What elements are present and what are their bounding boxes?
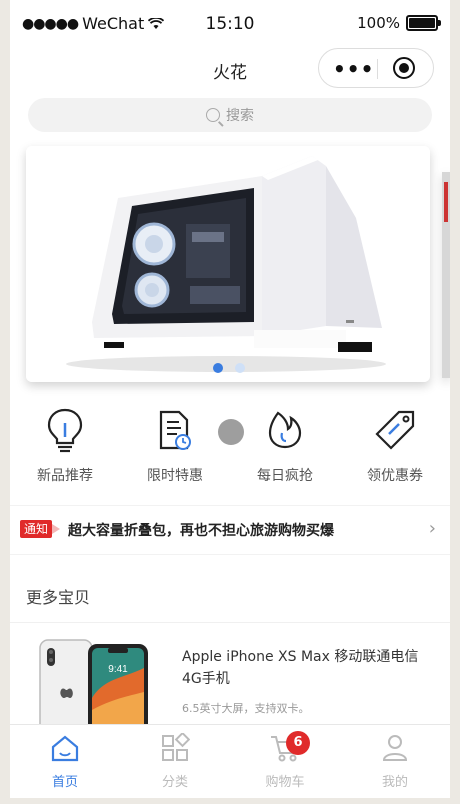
battery-info: 100% — [357, 14, 441, 32]
miniapp-capsule: ••• — [318, 48, 434, 88]
chevron-right-icon: › — [428, 518, 436, 539]
notice-badge: 通知 — [20, 520, 61, 538]
close-target-icon[interactable] — [393, 57, 415, 79]
flame-icon — [268, 411, 302, 449]
lightbulb-icon — [47, 408, 83, 453]
banner-indicator-active[interactable] — [213, 363, 223, 373]
pc-case-image — [26, 146, 430, 382]
capsule-divider — [377, 59, 378, 79]
tab-cart[interactable]: 购物车 — [230, 733, 340, 790]
banner-indicator[interactable] — [235, 363, 245, 373]
search-icon — [206, 108, 220, 122]
quick-link-label: 领优惠券 — [367, 468, 423, 484]
banner-slide[interactable] — [26, 146, 430, 382]
product-item[interactable]: 9:41 Apple iPhone XS Max 移动联通电信4G手机 6.5英… — [10, 624, 450, 734]
more-icon[interactable]: ••• — [333, 57, 374, 81]
quick-link-label: 每日疯抢 — [257, 468, 313, 484]
quick-link-flash[interactable]: 每日疯抢 — [230, 405, 340, 485]
quick-link-new[interactable]: 新品推荐 — [10, 405, 120, 485]
search-bar[interactable]: 搜索 — [28, 98, 432, 132]
tab-label: 购物车 — [265, 775, 305, 790]
quick-link-label: 新品推荐 — [37, 468, 93, 484]
svg-text:9:41: 9:41 — [108, 664, 128, 675]
quick-link-coupon[interactable]: 领优惠券 — [340, 405, 450, 485]
user-icon — [382, 735, 408, 761]
tab-bar: 首页 分类 购物车 6 我的 — [10, 724, 450, 798]
nav-bar: 火花 ••• — [10, 48, 450, 92]
document-clock-icon — [159, 410, 191, 450]
tab-label: 我的 — [381, 775, 408, 790]
search-placeholder: 搜索 — [226, 108, 254, 124]
tab-category[interactable]: 分类 — [120, 731, 230, 790]
iphone-image: 9:41 — [39, 639, 148, 734]
section-header: 更多宝贝 — [10, 564, 450, 623]
app-screen: ●●●●● WeChat 15:10 100% 火花 ••• 搜索 新品推荐 限… — [10, 0, 450, 798]
tab-home[interactable]: 首页 — [10, 733, 120, 790]
battery-icon — [406, 15, 441, 31]
tab-label: 分类 — [161, 775, 188, 790]
section-title: 更多宝贝 — [26, 588, 91, 607]
home-icon — [51, 735, 79, 762]
battery-percent: 100% — [357, 14, 400, 32]
category-grid-icon — [162, 731, 191, 761]
banner-next-slide-peek — [442, 172, 450, 378]
status-bar: ●●●●● WeChat 15:10 100% — [10, 0, 450, 46]
quick-link-sale[interactable]: 限时特惠 — [120, 405, 230, 485]
quick-link-label: 限时特惠 — [147, 468, 203, 484]
cart-count-badge: 6 — [286, 731, 310, 755]
notice-text: 超大容量折叠包，再也不担心旅游购物买爆 — [68, 523, 334, 539]
coupon-tag-icon — [375, 410, 415, 450]
tab-label: 首页 — [51, 775, 78, 790]
notice-bar[interactable]: 通知 超大容量折叠包，再也不担心旅游购物买爆 › — [10, 505, 450, 555]
tab-profile[interactable]: 我的 — [340, 733, 450, 790]
product-desc: 6.5英寸大屏，支持双卡。 — [182, 702, 310, 715]
product-name: Apple iPhone XS Max 移动联通电信4G手机 — [182, 649, 419, 687]
